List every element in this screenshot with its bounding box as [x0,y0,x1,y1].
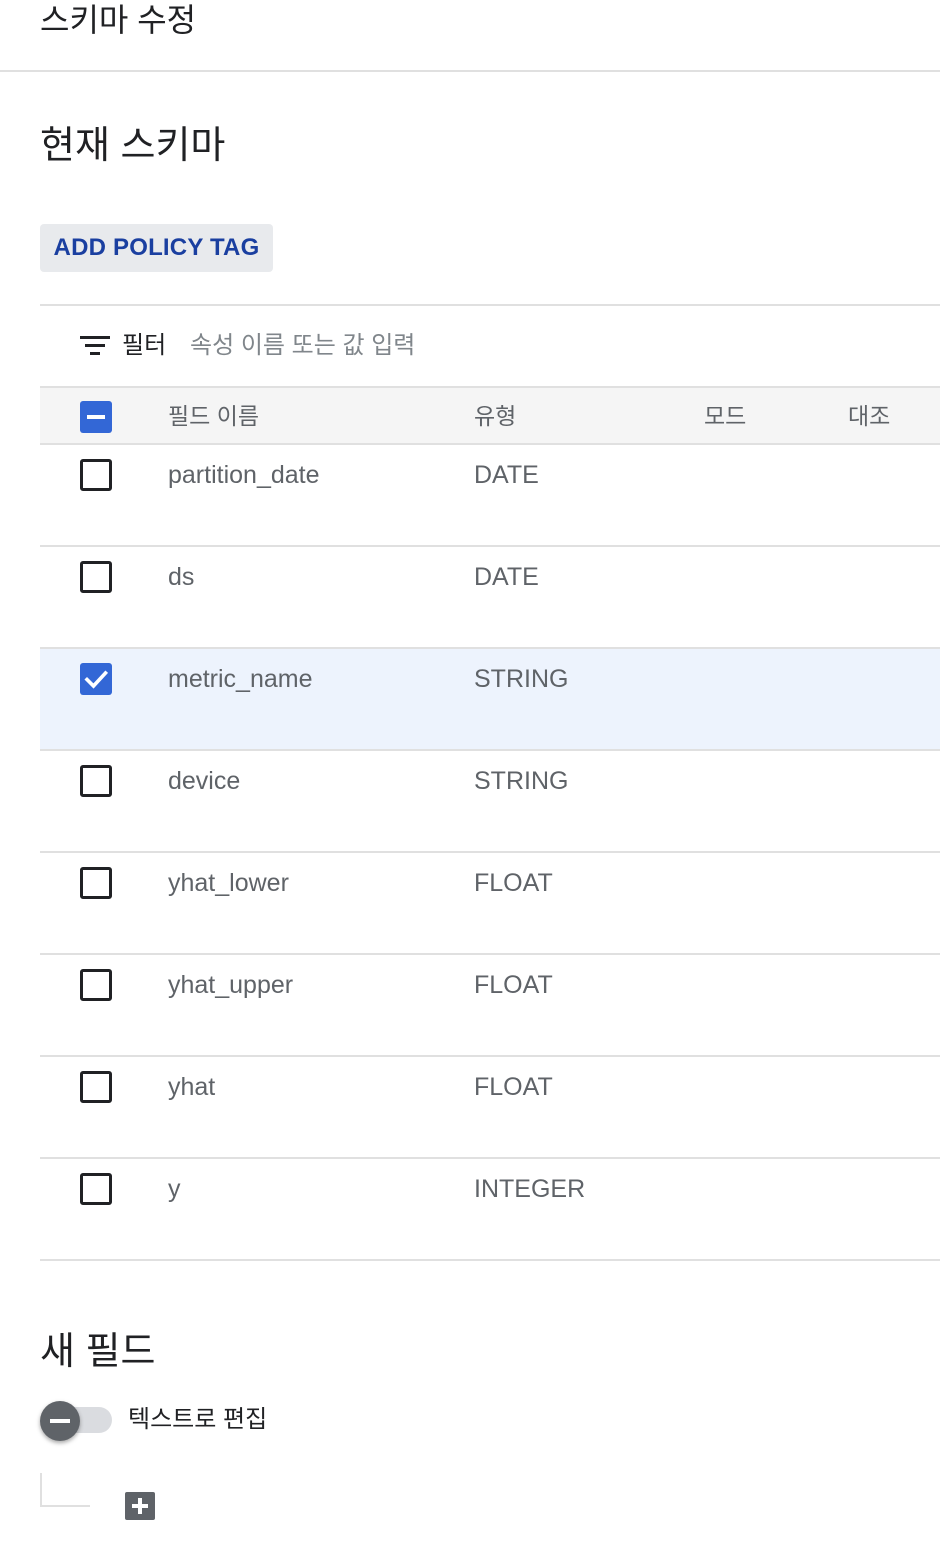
table-row[interactable]: device STRING [40,751,940,853]
field-name-cell: ds [168,563,195,591]
filter-bar: 필터 [40,304,940,388]
edit-as-text-toggle[interactable] [40,1400,114,1442]
column-header-reference[interactable]: 대조 [848,388,890,444]
field-name-cell: yhat_upper [168,971,294,999]
filter-input[interactable] [190,326,790,366]
field-type-cell: STRING [474,767,569,795]
field-type-cell: FLOAT [474,1073,553,1101]
field-type-cell: DATE [474,563,539,591]
table-row[interactable]: y INTEGER [40,1159,940,1261]
row-checkbox[interactable] [80,663,112,695]
table-row[interactable]: yhat_lower FLOAT [40,853,940,955]
new-field-placeholder [40,1473,90,1507]
field-type-cell: FLOAT [474,971,553,999]
table-body: partition_date DATE ds DATE metric_name STRIN… [40,445,940,1261]
field-name-cell: partition_date [168,461,320,489]
toggle-thumb [40,1401,80,1441]
row-checkbox[interactable] [80,459,112,491]
edit-as-text-label: 텍스트로 편집 [128,1406,268,1433]
add-field-button[interactable] [125,1492,155,1520]
page-title: 스키마 수정 [40,2,197,38]
row-checkbox[interactable] [80,1173,112,1205]
field-type-cell: STRING [474,665,569,693]
filter-icon[interactable] [80,336,110,360]
title-divider [0,70,940,72]
row-checkbox[interactable] [80,867,112,899]
row-checkbox[interactable] [80,969,112,1001]
field-type-cell: INTEGER [474,1175,586,1203]
column-header-name[interactable]: 필드 이름 [168,388,259,444]
field-name-cell: metric_name [168,665,313,693]
field-name-cell: y [168,1175,181,1203]
table-row[interactable]: yhat_upper FLOAT [40,955,940,1057]
column-header-mode[interactable]: 모드 [704,388,746,444]
row-checkbox[interactable] [80,765,112,797]
table-row[interactable]: ds DATE [40,547,940,649]
current-schema-title: 현재 스키마 [40,125,226,167]
row-checkbox[interactable] [80,1071,112,1103]
table-row[interactable]: partition_date DATE [40,445,940,547]
table-header-row: 필드 이름 유형 모드 대조 [40,386,940,445]
row-checkbox[interactable] [80,561,112,593]
table-row[interactable]: metric_name STRING [40,649,940,751]
field-name-cell: yhat [168,1073,216,1101]
field-type-cell: FLOAT [474,869,553,897]
select-all-checkbox[interactable] [80,401,112,433]
new-field-title: 새 필드 [40,1331,156,1373]
schema-table: 필드 이름 유형 모드 대조 partition_date DATE ds DATE m… [40,386,940,1261]
add-policy-tag-button[interactable]: ADD POLICY TAG [40,224,273,272]
field-type-cell: DATE [474,461,539,489]
field-name-cell: yhat_lower [168,869,289,897]
field-name-cell: device [168,767,241,795]
filter-label: 필터 [122,332,167,359]
column-header-type[interactable]: 유형 [474,388,516,444]
table-row[interactable]: yhat FLOAT [40,1057,940,1159]
